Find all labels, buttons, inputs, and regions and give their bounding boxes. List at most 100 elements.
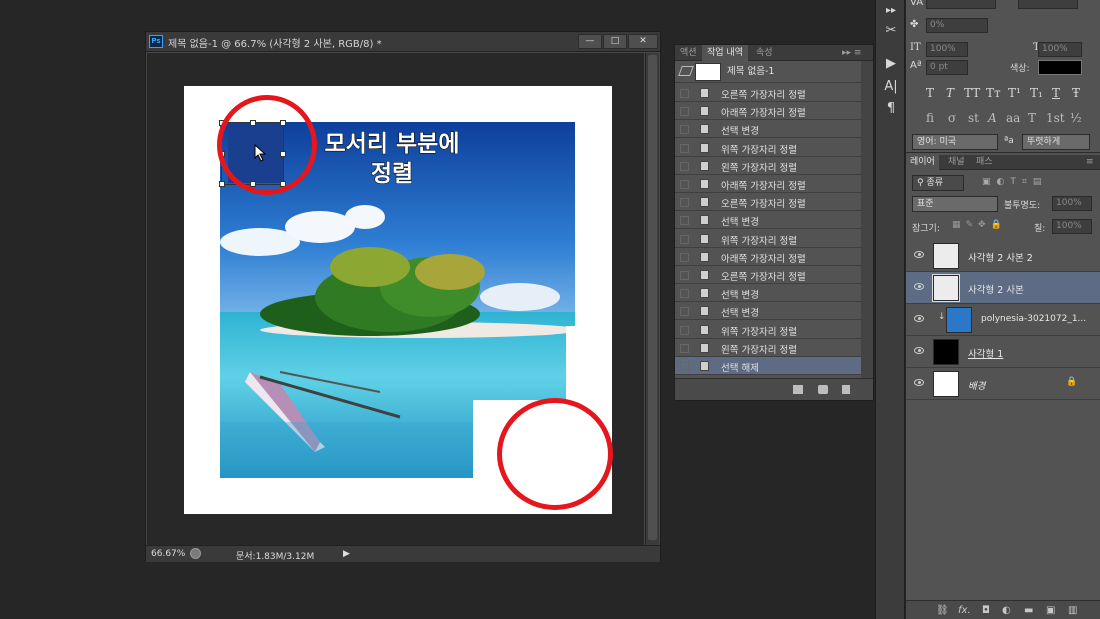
old-style-button[interactable]: σ (948, 111, 956, 125)
eye-icon[interactable] (914, 347, 924, 354)
transform-handle[interactable] (219, 181, 225, 187)
kerning-field[interactable] (1018, 0, 1078, 9)
layer-name[interactable]: 사각형 1 (968, 346, 1003, 360)
new-layer-icon[interactable]: ▣ (1046, 605, 1055, 616)
history-checkbox[interactable] (680, 252, 689, 262)
lock-icons[interactable]: ▦✎✥🔒 (952, 220, 1007, 230)
faux-italic-button[interactable]: T (946, 86, 954, 100)
brush-source-icon[interactable] (678, 66, 694, 76)
text-color-swatch[interactable] (1038, 60, 1082, 75)
document-info-icon[interactable] (190, 548, 201, 559)
tab-history[interactable]: 작업 내역 (702, 45, 748, 61)
history-checkbox[interactable] (680, 289, 689, 299)
history-checkbox[interactable] (680, 325, 689, 335)
ordinal-button[interactable]: 1st (1046, 111, 1065, 125)
layer-row[interactable]: 사각형 2 사본 2 (906, 240, 1100, 272)
adjustment-icon[interactable]: ◐ (1002, 605, 1011, 616)
all-caps-button[interactable]: TT (964, 86, 980, 100)
canvas-area[interactable]: 모서리 부분에 정렬 (147, 53, 644, 545)
layer-name[interactable]: 사각형 2 사본 (968, 282, 1024, 296)
ligature-button[interactable]: fi (926, 111, 934, 125)
status-menu-arrow-icon[interactable]: ▶ (343, 549, 350, 559)
layer-row[interactable]: ↓ polynesia-3021072_1... (906, 304, 1100, 336)
history-snapshot[interactable]: 제목 없음-1 (675, 61, 861, 83)
camera-icon[interactable] (818, 385, 828, 394)
layers-menu-icon[interactable]: ≡ (1082, 155, 1098, 170)
history-item[interactable]: 왼쪽 가장자리 정렬 (675, 339, 861, 357)
history-item[interactable]: 선택 변경 (675, 284, 861, 303)
history-item[interactable]: 위쪽 가장자리 정렬 (675, 139, 861, 157)
history-item[interactable]: 왼쪽 가장자리 정렬 (675, 157, 861, 175)
superscript-button[interactable]: T¹ (1008, 86, 1021, 100)
scissors-icon[interactable]: ✂ (881, 22, 901, 40)
faux-bold-button[interactable]: T (926, 86, 934, 100)
stylistic-alt-button[interactable]: aa (1006, 111, 1020, 125)
eye-icon[interactable] (914, 251, 924, 258)
fx-icon[interactable]: fx. (958, 605, 971, 616)
history-checkbox[interactable] (680, 307, 689, 317)
small-caps-button[interactable]: Tт (986, 86, 1001, 100)
fill-field[interactable]: 100% (1052, 219, 1092, 234)
vertical-scrollbar[interactable] (645, 53, 659, 545)
maximize-button[interactable]: □ (603, 34, 627, 49)
baseline-shift-field[interactable]: 0 pt (926, 60, 968, 75)
layer-name[interactable]: 사각형 2 사본 2 (968, 250, 1033, 264)
mask-icon[interactable]: ◘ (982, 605, 990, 616)
history-checkbox[interactable] (680, 216, 689, 226)
subscript-button[interactable]: T₁ (1030, 86, 1043, 100)
history-checkbox[interactable] (680, 271, 689, 280)
history-item[interactable]: 선택 해제 (675, 357, 861, 375)
group-icon[interactable]: ▬ (1024, 605, 1033, 616)
filter-icons[interactable]: ▣◐T⌗▤ (982, 177, 1047, 187)
history-checkbox[interactable] (680, 198, 689, 208)
history-checkbox[interactable] (680, 89, 689, 98)
trash-icon[interactable] (842, 385, 850, 394)
history-checkbox[interactable] (680, 180, 689, 189)
new-document-from-state-icon[interactable] (793, 385, 803, 394)
tab-paths[interactable]: 패스 (972, 155, 997, 170)
scale-top-field[interactable]: 0% (926, 18, 988, 33)
history-item[interactable]: 선택 변경 (675, 302, 861, 321)
eye-icon[interactable] (914, 379, 924, 386)
history-item[interactable]: 위쪽 가장자리 정렬 (675, 230, 861, 248)
minimize-button[interactable]: — (578, 34, 602, 49)
layer-row[interactable]: 사각형 1 (906, 336, 1100, 368)
fraction-button[interactable]: ½ (1070, 111, 1082, 125)
paragraph-icon[interactable]: ¶ (881, 100, 901, 118)
history-checkbox[interactable] (680, 161, 689, 171)
layer-row[interactable]: 배경 🔒 (906, 368, 1100, 400)
trash-icon[interactable]: ▥ (1068, 605, 1077, 616)
history-checkbox[interactable] (680, 125, 689, 135)
antialias-select[interactable]: 뚜렷하게 (1022, 134, 1090, 150)
tab-properties[interactable]: 속성 (751, 45, 778, 61)
history-item[interactable]: 오른쪽 가장자리 정렬 (675, 84, 861, 102)
zoom-level[interactable]: 66.67% (151, 549, 185, 559)
history-item[interactable]: 오른쪽 가장자리 정렬 (675, 266, 861, 284)
blend-mode-select[interactable]: 표준 (912, 196, 998, 212)
history-item[interactable]: 위쪽 가장자리 정렬 (675, 321, 861, 339)
history-item[interactable]: 아래쪽 가장자리 정렬 (675, 175, 861, 193)
underline-button[interactable]: T (1052, 86, 1060, 100)
scroll-thumb[interactable] (648, 55, 657, 540)
filter-kind-select[interactable]: ⚲ 종류 (912, 175, 964, 191)
tab-actions[interactable]: 액션 (675, 45, 702, 61)
titling-button[interactable]: T (1028, 111, 1036, 125)
history-checkbox[interactable] (680, 234, 689, 244)
eye-icon[interactable] (914, 315, 924, 322)
opacity-field[interactable]: 100% (1052, 196, 1092, 211)
tracking-field[interactable] (926, 0, 996, 9)
history-item[interactable]: 아래쪽 가장자리 정렬 (675, 248, 861, 266)
play-icon[interactable]: ▶ (881, 55, 901, 73)
language-select[interactable]: 영어: 미국 (912, 134, 998, 150)
close-button[interactable]: ✕ (628, 34, 658, 49)
link-icon[interactable]: ⛓ (936, 605, 949, 616)
title-bar[interactable]: Ps 제목 없음-1 @ 66.7% (사각형 2 사본, RGB/8) * —… (146, 32, 660, 52)
history-checkbox[interactable] (680, 362, 689, 371)
history-item[interactable]: 오른쪽 가장자리 정렬 (675, 193, 861, 212)
layer-name[interactable]: polynesia-3021072_1... (981, 314, 1086, 324)
history-checkbox[interactable] (680, 143, 689, 153)
history-checkbox[interactable] (680, 343, 689, 353)
horizontal-scale-field[interactable]: 100% (1038, 42, 1082, 57)
swash-button[interactable]: A (988, 111, 997, 125)
history-item[interactable]: 선택 변경 (675, 120, 861, 139)
